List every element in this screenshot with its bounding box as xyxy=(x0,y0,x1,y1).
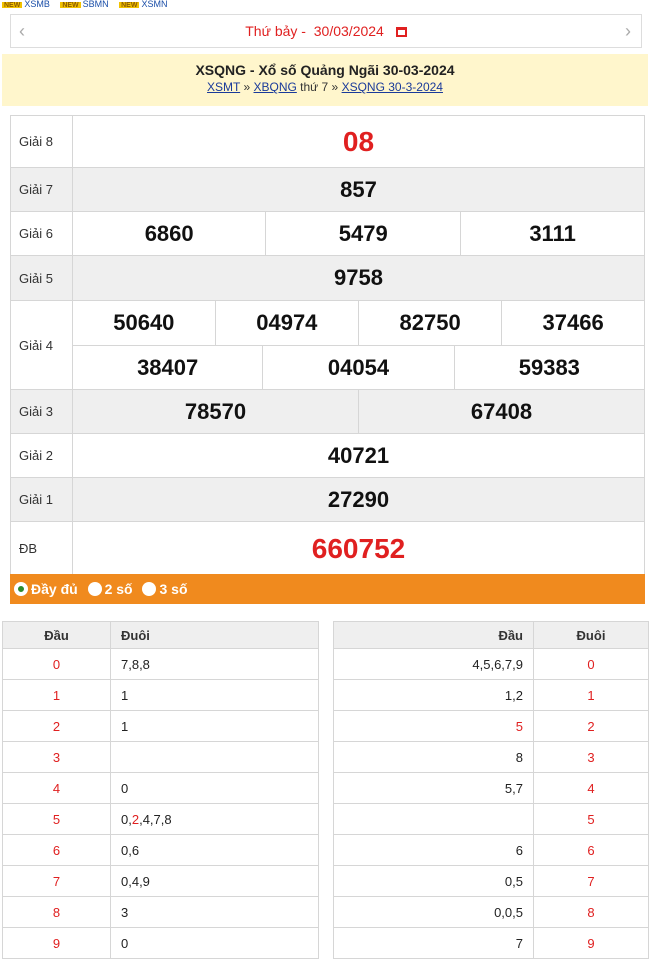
next-day-chevron-icon[interactable]: › xyxy=(625,21,631,42)
prize-number: 67408 xyxy=(358,390,644,433)
prize-number: 04054 xyxy=(262,345,455,389)
radio-icon[interactable] xyxy=(87,582,102,596)
prize-number: 857 xyxy=(72,167,645,212)
prize-row-g5: Giải 5 9758 xyxy=(10,255,645,301)
table-row: 11 xyxy=(2,679,319,711)
breadcrumb-xbqng[interactable]: XBQNG xyxy=(254,80,297,94)
breadcrumb: XSMT » XBQNG thứ 7 » XSQNG 30-3-2024 xyxy=(2,80,648,94)
prize-row-g3: Giải 3 78570 67408 xyxy=(10,389,645,434)
prize-row-g7: Giải 7 857 xyxy=(10,167,645,212)
prize-number: 5479 xyxy=(265,212,461,255)
result-table: Giải 8 08 Giải 7 857 Giải 6 6860 5479 31… xyxy=(10,115,645,576)
table-row: 4,5,6,7,9 0 xyxy=(333,648,649,680)
prize-row-g4: Giải 4 50640 04974 82750 37466 38407 040… xyxy=(10,300,645,390)
table-row: 90 xyxy=(2,927,319,959)
special-prize-number: 660752 xyxy=(72,521,645,576)
page-title: XSQNG - Xổ số Quảng Ngãi 30-03-2024 xyxy=(195,62,455,78)
column-header: Đầu xyxy=(2,621,111,649)
breadcrumb-mid: thứ 7 » xyxy=(296,80,342,94)
prize-number: 04974 xyxy=(214,301,359,345)
weekday-label: Thứ bảy - xyxy=(245,23,306,39)
radio-selected-icon[interactable] xyxy=(14,582,28,596)
table-row: 7 0,4,9 xyxy=(2,865,319,897)
prize-label: Giải 2 xyxy=(10,433,73,478)
new-badge-icon: NEW xyxy=(119,2,140,8)
table-row: 0,5 7 xyxy=(333,865,649,897)
table-row: 0,0,5 8 xyxy=(333,896,649,928)
prize-number: 82750 xyxy=(357,301,502,345)
breadcrumb-xsmt[interactable]: XSMT xyxy=(207,80,240,94)
prize-row-g1: Giải 1 27290 xyxy=(10,477,645,522)
table-row: 21 xyxy=(2,710,319,742)
loto-head-table: Đầu Đuôi 0 7,8,8 11 21 3 40 5 0,2,4,7,8 60… xyxy=(2,621,319,959)
top-links-strip: NEW XSMB NEW SBMN NEW XSMN xyxy=(0,0,650,8)
table-row: 6 0,6 xyxy=(2,834,319,866)
table-row: 40 xyxy=(2,772,319,804)
breadcrumb-xsqng-date[interactable]: XSQNG 30-3-2024 xyxy=(342,80,443,94)
filter-option-full[interactable]: Đầy đủ xyxy=(14,574,78,604)
prize-label: Giải 5 xyxy=(10,255,73,301)
prize-number: 59383 xyxy=(453,345,644,389)
new-badge-icon: NEW xyxy=(2,2,23,8)
breadcrumb-sep: » xyxy=(240,80,254,94)
prize-row-g2: Giải 2 40721 xyxy=(10,433,645,478)
prize-label: Giải 6 xyxy=(10,211,73,256)
table-row: 5 xyxy=(333,803,649,835)
digit-filter-bar: Đầy đủ 2 số 3 số xyxy=(10,574,645,604)
top-link-xsmb[interactable]: NEW XSMB xyxy=(2,0,50,8)
column-header: Đuôi xyxy=(110,621,319,649)
top-link-xsmn[interactable]: NEW XSMN xyxy=(119,0,167,8)
table-row: 5,7 4 xyxy=(333,772,649,804)
result-header: XSQNG - Xổ số Quảng Ngãi 30-03-2024 XSMT… xyxy=(2,54,648,106)
prize-label: Giải 4 xyxy=(10,300,73,390)
prize-number: 40721 xyxy=(72,433,645,478)
table-row: 0 7,8,8 xyxy=(2,648,319,680)
prize-number: 08 xyxy=(72,115,645,168)
table-row: 66 xyxy=(333,834,649,866)
date-navigation: ‹ Thứ bảy - 30/03/2024 › xyxy=(10,14,642,48)
column-header: Đầu xyxy=(333,621,534,649)
prize-number: 38407 xyxy=(137,354,199,380)
radio-icon[interactable] xyxy=(142,582,157,596)
prize-number: 37466 xyxy=(501,301,644,345)
prize-label: Giải 7 xyxy=(10,167,73,212)
loto-tail-table: Đầu Đuôi 4,5,6,7,9 0 1,2 1 52 83 5,7 4 5 66… xyxy=(333,621,649,959)
top-link-sbmn[interactable]: NEW SBMN xyxy=(60,0,109,8)
prize-number: 3111 xyxy=(460,212,644,255)
prize-number: 78570 xyxy=(73,390,359,433)
prize-number: 50640 xyxy=(113,310,175,335)
new-badge-icon: NEW xyxy=(60,2,81,8)
table-row: 5 0,2,4,7,8 xyxy=(2,803,319,835)
date-selector[interactable]: Thứ bảy - 30/03/2024 xyxy=(11,23,641,39)
prize-label: ĐB xyxy=(10,521,73,576)
table-row: 79 xyxy=(333,927,649,959)
table-row: 83 xyxy=(333,741,649,773)
filter-option-3-digits[interactable]: 3 số xyxy=(142,574,188,604)
prize-number: 27290 xyxy=(72,477,645,522)
table-row: 52 xyxy=(333,710,649,742)
date-value: 30/03/2024 xyxy=(313,23,384,39)
table-row: 3 xyxy=(2,741,319,773)
prize-label: Giải 8 xyxy=(10,115,73,168)
prize-row-special: ĐB 660752 xyxy=(10,521,645,576)
prize-label: Giải 1 xyxy=(10,477,73,522)
table-row: 83 xyxy=(2,896,319,928)
prize-number: 9758 xyxy=(72,255,645,301)
filter-option-2-digits[interactable]: 2 số xyxy=(87,574,133,604)
prize-number: 6860 xyxy=(144,220,194,246)
prize-label: Giải 3 xyxy=(10,389,73,434)
prize-row-g8: Giải 8 08 xyxy=(10,115,645,168)
prize-row-g6: Giải 6 6860 5479 3111 xyxy=(10,211,645,256)
column-header: Đuôi xyxy=(533,621,649,649)
calendar-icon[interactable] xyxy=(395,27,407,37)
table-row: 1,2 1 xyxy=(333,679,649,711)
